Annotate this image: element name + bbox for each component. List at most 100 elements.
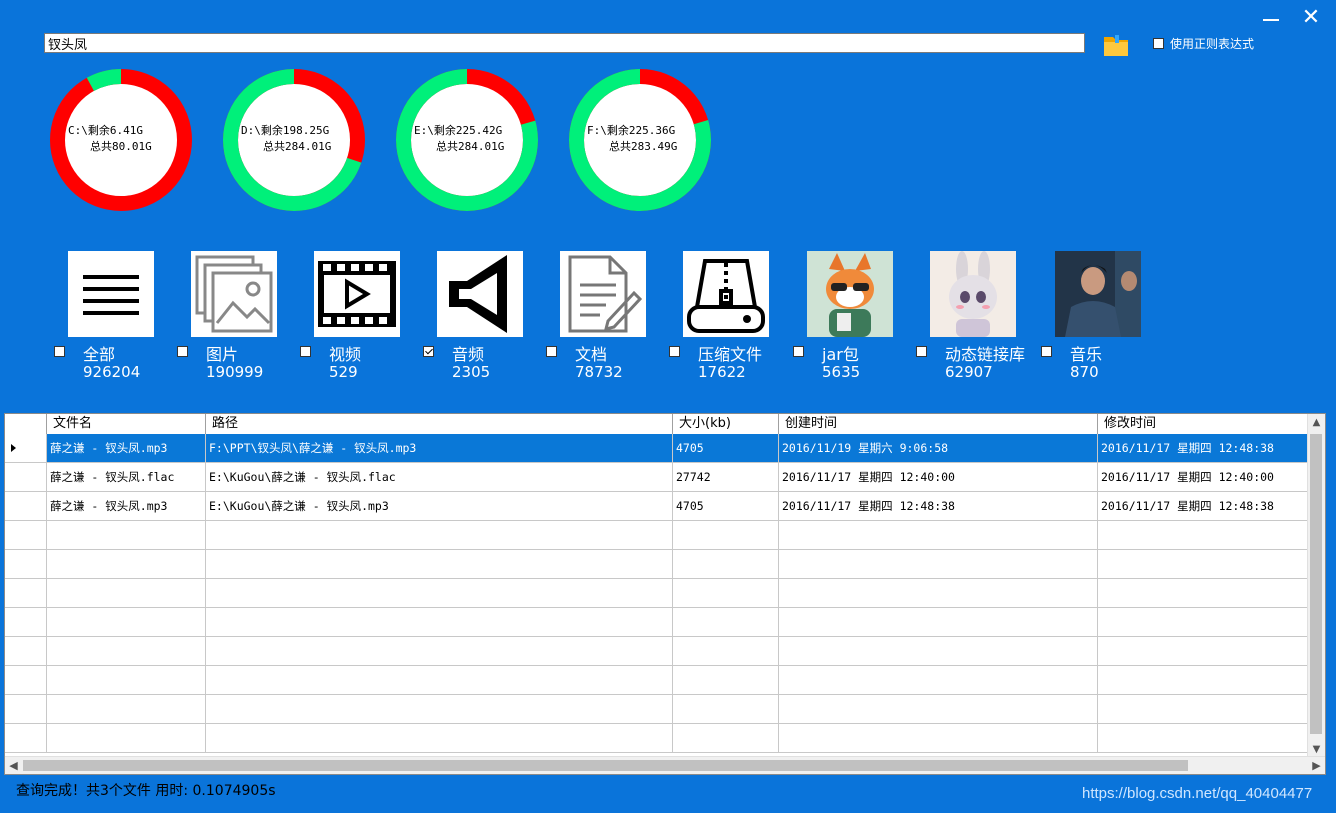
scroll-right-icon[interactable]: ▶ (1308, 757, 1325, 774)
open-folder-button[interactable] (1102, 31, 1130, 59)
category-label: 视频 (329, 345, 362, 364)
cell-filename[interactable]: 薛之谦 - 钗头凤.mp3 (47, 434, 206, 462)
cell-path[interactable]: E:\KuGou\薛之谦 - 钗头凤.mp3 (206, 492, 673, 520)
horizontal-scrollbar[interactable]: ◀ ▶ (5, 756, 1325, 774)
empty-cell (673, 666, 779, 694)
disk-free-label: D:\剩余198.25G (241, 124, 330, 137)
cell-modified[interactable]: 2016/11/17 星期四 12:48:38 (1098, 492, 1308, 520)
row-header (5, 724, 47, 752)
category-archives[interactable]: 压缩文件 17622 (669, 251, 791, 386)
cell-size[interactable]: 4705 (673, 492, 779, 520)
regex-label: 使用正则表达式 (1170, 36, 1255, 51)
archive-icon[interactable] (683, 251, 769, 337)
category-count: 62907 (945, 363, 993, 381)
category-checkbox[interactable] (546, 346, 557, 357)
fox-avatar-icon[interactable] (807, 251, 893, 337)
category-count: 529 (329, 363, 358, 381)
cell-filename[interactable]: 薛之谦 - 钗头凤.mp3 (47, 492, 206, 520)
cell-path[interactable]: E:\KuGou\薛之谦 - 钗头凤.flac (206, 463, 673, 491)
category-music[interactable]: 音乐 870 (1041, 251, 1163, 386)
cell-filename[interactable]: 薛之谦 - 钗头凤.flac (47, 463, 206, 491)
empty-row (5, 579, 1308, 608)
cell-modified[interactable]: 2016/11/17 星期四 12:40:00 (1098, 463, 1308, 491)
cell-created[interactable]: 2016/11/17 星期四 12:40:00 (779, 463, 1098, 491)
search-input[interactable] (44, 33, 1085, 53)
cell-size[interactable]: 4705 (673, 434, 779, 462)
empty-cell (47, 521, 206, 549)
category-checkbox[interactable] (916, 346, 927, 357)
category-label: 音频 (452, 345, 485, 364)
cell-created[interactable]: 2016/11/17 星期四 12:48:38 (779, 492, 1098, 520)
current-row-icon (11, 444, 16, 452)
list-icon[interactable] (68, 251, 154, 337)
row-header[interactable] (5, 463, 47, 491)
rabbit-avatar-icon[interactable] (930, 251, 1016, 337)
row-header[interactable] (5, 492, 47, 520)
category-checkbox[interactable] (300, 346, 311, 357)
minimize-button[interactable] (1257, 4, 1285, 32)
empty-cell (206, 579, 673, 607)
category-checkbox[interactable] (177, 346, 188, 357)
disk-free-label: E:\剩余225.42G (414, 124, 503, 137)
disk-total-label: 总共284.01G (263, 140, 332, 153)
video-icon[interactable] (314, 251, 400, 337)
scroll-left-icon[interactable]: ◀ (5, 757, 22, 774)
minimize-icon (1263, 19, 1279, 21)
column-header-created[interactable]: 创建时间 (779, 414, 1098, 434)
table-row[interactable]: 薛之谦 - 钗头凤.mp3 F:\PPT\钗头凤\薛之谦 - 钗头凤.mp3 4… (5, 434, 1308, 463)
empty-cell (1098, 666, 1308, 694)
disk-ring-f: F:\剩余225.36G 总共283.49G (567, 67, 713, 213)
results-grid[interactable]: 文件名 路径 大小(kb) 创建时间 修改时间 薛之谦 - 钗头凤.mp3 F:… (4, 413, 1326, 775)
empty-cell (1098, 695, 1308, 723)
empty-row (5, 550, 1308, 579)
column-header-path[interactable]: 路径 (206, 414, 673, 434)
cell-size[interactable]: 27742 (673, 463, 779, 491)
column-header-filename[interactable]: 文件名 (47, 414, 206, 434)
pictures-icon[interactable] (191, 251, 277, 337)
singer-photo-icon[interactable] (1055, 251, 1141, 337)
category-dll[interactable]: 动态链接库 62907 (916, 251, 1038, 386)
category-checkbox[interactable] (669, 346, 680, 357)
category-checkbox[interactable] (423, 346, 434, 357)
category-documents[interactable]: 文档 78732 (546, 251, 668, 386)
column-header-size[interactable]: 大小(kb) (673, 414, 779, 434)
row-header[interactable] (5, 434, 47, 462)
disk-ring-e: E:\剩余225.42G 总共284.01G (394, 67, 540, 213)
cell-modified[interactable]: 2016/11/17 星期四 12:48:38 (1098, 434, 1308, 462)
empty-cell (673, 637, 779, 665)
category-label: 音乐 (1070, 345, 1103, 364)
category-jar[interactable]: jar包 5635 (793, 251, 915, 386)
vertical-scrollbar[interactable]: ▲ ▼ (1307, 414, 1325, 758)
cell-created[interactable]: 2016/11/19 星期六 9:06:58 (779, 434, 1098, 462)
empty-cell (779, 695, 1098, 723)
scroll-up-icon[interactable]: ▲ (1308, 414, 1325, 431)
empty-cell (1098, 550, 1308, 578)
empty-cell (779, 579, 1098, 607)
close-button[interactable]: ✕ (1297, 4, 1325, 32)
vertical-scroll-thumb[interactable] (1310, 434, 1322, 734)
table-row[interactable]: 薛之谦 - 钗头凤.flac E:\KuGou\薛之谦 - 钗头凤.flac 2… (5, 463, 1308, 492)
category-audio[interactable]: 音频 2305 (423, 251, 545, 386)
empty-cell (47, 637, 206, 665)
cell-path[interactable]: F:\PPT\钗头凤\薛之谦 - 钗头凤.mp3 (206, 434, 673, 462)
speaker-icon[interactable] (437, 251, 523, 337)
document-icon[interactable] (560, 251, 646, 337)
category-video[interactable]: 视频 529 (300, 251, 422, 386)
empty-cell (206, 608, 673, 636)
row-header (5, 521, 47, 549)
row-header (5, 637, 47, 665)
horizontal-scroll-thumb[interactable] (23, 760, 1188, 771)
table-row[interactable]: 薛之谦 - 钗头凤.mp3 E:\KuGou\薛之谦 - 钗头凤.mp3 470… (5, 492, 1308, 521)
category-pictures[interactable]: 图片 190999 (177, 251, 299, 386)
category-checkbox[interactable] (793, 346, 804, 357)
column-header-modified[interactable]: 修改时间 (1098, 414, 1308, 434)
regex-option[interactable]: 使用正则表达式 (1153, 35, 1254, 51)
regex-checkbox[interactable] (1153, 37, 1164, 49)
empty-cell (779, 724, 1098, 752)
category-all[interactable]: 全部 926204 (54, 251, 176, 386)
empty-row (5, 724, 1308, 753)
category-checkbox[interactable] (1041, 346, 1052, 357)
empty-row (5, 695, 1308, 724)
empty-cell (47, 724, 206, 752)
category-checkbox[interactable] (54, 346, 65, 357)
